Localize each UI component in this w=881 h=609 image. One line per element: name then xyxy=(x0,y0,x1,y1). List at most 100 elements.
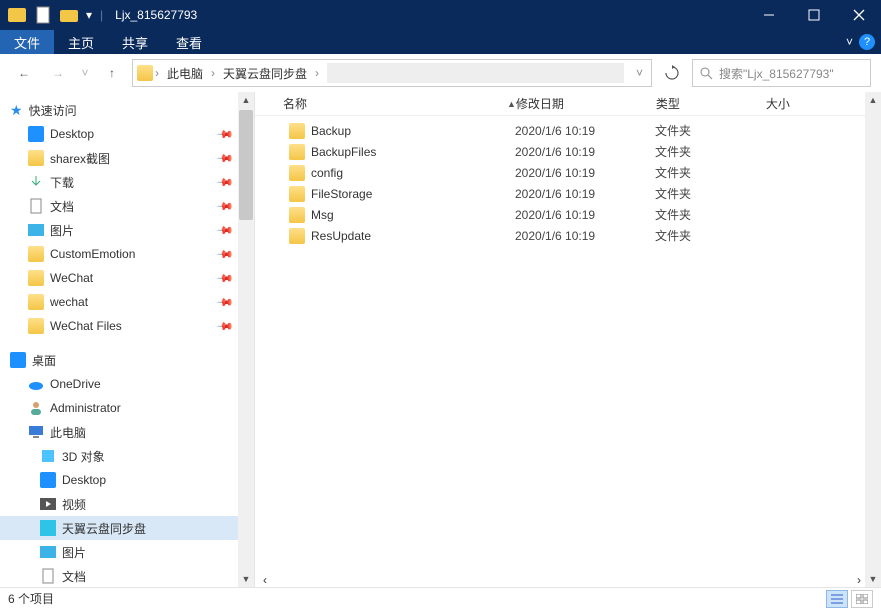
table-row[interactable]: FileStorage 2020/1/6 10:19 文件夹 xyxy=(255,183,881,204)
tab-view[interactable]: 查看 xyxy=(162,30,216,54)
sidebar-item[interactable]: 图片 xyxy=(0,540,254,564)
scroll-up-icon[interactable]: ▲ xyxy=(865,92,881,108)
folder-icon xyxy=(28,318,44,334)
scroll-up-icon[interactable]: ▲ xyxy=(238,92,254,108)
sidebar-item[interactable]: 图片📌 xyxy=(0,218,254,242)
column-name[interactable]: 名称 xyxy=(255,95,515,112)
scroll-down-icon[interactable]: ▼ xyxy=(865,571,881,587)
pin-icon: 📌 xyxy=(216,221,235,240)
column-size[interactable]: 大小 xyxy=(766,95,846,112)
sidebar-item[interactable]: OneDrive xyxy=(0,372,254,396)
breadcrumb[interactable]: 天翼云盘同步盘 xyxy=(217,65,313,82)
view-icons-button[interactable] xyxy=(851,590,873,608)
folder-icon xyxy=(28,270,44,286)
sidebar-item-desktop-root[interactable]: 桌面 xyxy=(0,348,254,372)
sidebar-item-label: 此电脑 xyxy=(50,424,86,441)
file-type: 文件夹 xyxy=(655,122,765,139)
pictures-icon xyxy=(40,544,56,560)
sidebar-item[interactable]: WeChat📌 xyxy=(0,266,254,290)
back-button[interactable]: ← xyxy=(10,59,38,87)
sidebar-item[interactable]: 视频 xyxy=(0,492,254,516)
title-separator: | xyxy=(100,8,103,22)
minimize-button[interactable] xyxy=(746,0,791,30)
forward-button[interactable]: → xyxy=(44,59,72,87)
file-name: Backup xyxy=(311,124,351,138)
file-date: 2020/1/6 10:19 xyxy=(515,229,655,243)
sidebar-item[interactable]: wechat📌 xyxy=(0,290,254,314)
folder-icon xyxy=(289,123,305,139)
file-name: ResUpdate xyxy=(311,229,371,243)
address-dropdown-icon[interactable]: ˅ xyxy=(632,66,647,80)
tab-file[interactable]: 文件 xyxy=(0,30,54,54)
file-type: 文件夹 xyxy=(655,185,765,202)
table-row[interactable]: Msg 2020/1/6 10:19 文件夹 xyxy=(255,204,881,225)
qat-overflow-icon[interactable]: ▾ xyxy=(86,8,92,22)
recent-dropdown[interactable]: ˅ xyxy=(78,59,92,87)
documents-icon xyxy=(28,198,44,214)
folder-icon xyxy=(28,246,44,262)
sidebar-item[interactable]: 天翼云盘同步盘 xyxy=(0,516,254,540)
chevron-right-icon[interactable]: › xyxy=(155,66,159,80)
cloud-sync-icon xyxy=(40,520,56,536)
sidebar-item[interactable]: 下载📌 xyxy=(0,170,254,194)
sidebar-item-label: Desktop xyxy=(50,127,94,141)
sidebar-item-label: 桌面 xyxy=(32,352,56,369)
table-row[interactable]: ResUpdate 2020/1/6 10:19 文件夹 xyxy=(255,225,881,246)
star-icon: ★ xyxy=(10,102,23,119)
sidebar-item-label: 文档 xyxy=(62,568,86,585)
up-button[interactable]: ↑ xyxy=(98,59,126,87)
scroll-thumb[interactable] xyxy=(239,110,253,220)
chevron-right-icon[interactable]: › xyxy=(315,66,319,80)
pc-icon xyxy=(28,424,44,440)
sidebar-item-label: Desktop xyxy=(62,473,106,487)
video-icon xyxy=(40,496,56,512)
sidebar-item-quickaccess[interactable]: ★快速访问 xyxy=(0,98,254,122)
column-type[interactable]: 类型 xyxy=(656,95,766,112)
refresh-button[interactable] xyxy=(658,59,686,87)
table-row[interactable]: Backup 2020/1/6 10:19 文件夹 xyxy=(255,120,881,141)
3d-icon xyxy=(40,448,56,464)
view-details-button[interactable] xyxy=(826,590,848,608)
sidebar-item[interactable]: 此电脑 xyxy=(0,420,254,444)
breadcrumb[interactable]: 此电脑 xyxy=(161,65,209,82)
scroll-down-icon[interactable]: ▼ xyxy=(238,571,254,587)
pin-icon: 📌 xyxy=(216,125,235,144)
sidebar-item[interactable]: WeChat Files📌 xyxy=(0,314,254,338)
ribbon-collapse-icon[interactable]: ˅ xyxy=(846,35,853,49)
file-type: 文件夹 xyxy=(655,227,765,244)
content-scrollbar[interactable]: ▲ ▼ xyxy=(865,92,881,587)
help-icon[interactable]: ? xyxy=(859,34,875,50)
scroll-left-icon[interactable]: ‹ xyxy=(259,573,271,587)
sidebar-item-label: CustomEmotion xyxy=(50,247,135,261)
close-button[interactable] xyxy=(836,0,881,30)
tab-share[interactable]: 共享 xyxy=(108,30,162,54)
sidebar-item[interactable]: CustomEmotion📌 xyxy=(0,242,254,266)
file-type: 文件夹 xyxy=(655,143,765,160)
sidebar-item[interactable]: Desktop xyxy=(0,468,254,492)
file-name: BackupFiles xyxy=(311,145,376,159)
chevron-right-icon[interactable]: › xyxy=(211,66,215,80)
maximize-button[interactable] xyxy=(791,0,836,30)
table-row[interactable]: BackupFiles 2020/1/6 10:19 文件夹 xyxy=(255,141,881,162)
file-date: 2020/1/6 10:19 xyxy=(515,166,655,180)
column-date[interactable]: 修改日期 xyxy=(516,95,656,112)
sidebar-item-label: Administrator xyxy=(50,401,121,415)
sidebar-scrollbar[interactable]: ▲ ▼ xyxy=(238,92,254,587)
sidebar-item[interactable]: sharex截图📌 xyxy=(0,146,254,170)
search-input[interactable]: 搜索"Ljx_815627793" xyxy=(692,59,871,87)
status-text: 6 个项目 xyxy=(8,590,54,607)
sidebar-item-label: 天翼云盘同步盘 xyxy=(62,520,146,537)
tab-home[interactable]: 主页 xyxy=(54,30,108,54)
folder-icon xyxy=(289,207,305,223)
ribbon: 文件 主页 共享 查看 ˅ ? xyxy=(0,30,881,54)
table-row[interactable]: config 2020/1/6 10:19 文件夹 xyxy=(255,162,881,183)
pin-icon: 📌 xyxy=(216,173,235,192)
address-bar[interactable]: › 此电脑 › 天翼云盘同步盘 › ˅ xyxy=(132,59,652,87)
search-icon xyxy=(699,66,713,80)
sidebar-item[interactable]: Administrator xyxy=(0,396,254,420)
sidebar-item[interactable]: 3D 对象 xyxy=(0,444,254,468)
sidebar-item[interactable]: Desktop 📌 xyxy=(0,122,254,146)
sidebar-item[interactable]: 文档 xyxy=(0,564,254,587)
sidebar-item[interactable]: 文档📌 xyxy=(0,194,254,218)
scroll-right-icon[interactable]: › xyxy=(857,573,861,587)
